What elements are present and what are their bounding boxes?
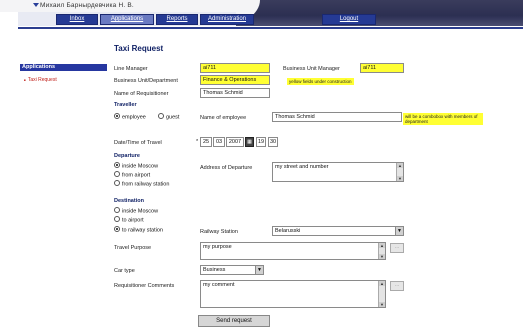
car-type-value: Business bbox=[203, 267, 226, 273]
railway-station-label: Railway Station bbox=[200, 229, 238, 235]
scroll-up-icon[interactable]: ▲ bbox=[379, 243, 385, 248]
bu-dept-label: Business Unit/Department bbox=[114, 78, 178, 84]
comments-textarea[interactable]: my comment ▲ ▼ bbox=[200, 280, 386, 308]
sidebar-item-taxi-request[interactable]: Taxi Request bbox=[24, 77, 57, 83]
scroll-down-icon[interactable]: ▼ bbox=[379, 302, 385, 307]
radio-label: to airport bbox=[122, 217, 144, 224]
scroll-down-icon[interactable]: ▼ bbox=[379, 254, 385, 259]
datetime-label: Date/Time of Travel bbox=[114, 140, 162, 146]
chevron-down-icon[interactable]: ▼ bbox=[395, 227, 403, 235]
radio-dep-inside-moscow[interactable]: inside Moscow bbox=[114, 162, 159, 170]
user-name: Михаил Барнырдевчика Н. В. bbox=[40, 2, 134, 9]
radio-guest-label: guest bbox=[166, 114, 180, 121]
tab-reports[interactable]: Reports bbox=[156, 14, 198, 25]
car-type-label: Car type bbox=[114, 268, 135, 274]
radio-dest-to-airport[interactable]: to airport bbox=[114, 216, 144, 224]
date-month-field[interactable]: 03 bbox=[213, 137, 225, 147]
radio-dot[interactable] bbox=[114, 113, 120, 119]
traveller-heading: Traveller bbox=[114, 102, 137, 108]
departure-heading: Departure bbox=[114, 153, 140, 159]
dep-address-label: Address of Departure bbox=[200, 165, 253, 171]
sidebar-heading[interactable]: Applications bbox=[20, 64, 107, 71]
tab-inbox[interactable]: Inbox bbox=[56, 14, 98, 25]
line-manager-field[interactable]: ai711 bbox=[200, 63, 270, 73]
radio-dot[interactable] bbox=[114, 162, 120, 168]
employee-name-label: Name of employee bbox=[200, 115, 247, 121]
bu-dept-field[interactable]: Finance & Operations bbox=[200, 75, 270, 85]
radio-dot[interactable] bbox=[114, 226, 120, 232]
radio-guest[interactable]: guest bbox=[158, 113, 180, 121]
dep-address-textarea[interactable]: my street and number ▲ ▼ bbox=[272, 162, 404, 182]
radio-label: from railway station bbox=[122, 181, 170, 188]
car-type-select[interactable]: Business ▼ bbox=[200, 265, 264, 275]
scroll-down-icon[interactable]: ▼ bbox=[397, 176, 403, 181]
radio-dot[interactable] bbox=[114, 180, 120, 186]
radio-dot[interactable] bbox=[114, 171, 120, 177]
date-year-field[interactable]: 2007 bbox=[226, 137, 244, 147]
page-title: Taxi Request bbox=[114, 44, 164, 53]
send-request-button[interactable]: Send request bbox=[198, 315, 270, 327]
radio-dot[interactable] bbox=[114, 207, 120, 213]
radio-dep-from-airport[interactable]: from airport bbox=[114, 171, 151, 179]
scrollbar[interactable]: ▲ ▼ bbox=[378, 281, 385, 307]
bu-manager-field[interactable]: ai711 bbox=[360, 63, 404, 73]
radio-dot[interactable] bbox=[158, 113, 164, 119]
radio-label: inside Moscow bbox=[122, 163, 159, 170]
comments-aux-button[interactable]: ··· bbox=[390, 281, 404, 291]
radio-label: from airport bbox=[122, 172, 151, 179]
employee-name-field[interactable]: Thomas Schmid bbox=[272, 112, 402, 122]
calendar-icon[interactable]: ▦ bbox=[245, 137, 254, 147]
radio-label: to railway station bbox=[122, 227, 163, 234]
railway-station-value: Belarusski bbox=[275, 228, 301, 234]
yellow-fields-note: yellow fields under construction bbox=[287, 78, 354, 85]
line-manager-label: Line Manager bbox=[114, 66, 148, 72]
requisitioner-label: Name of Requisitioner bbox=[114, 91, 169, 97]
travel-purpose-text: my purpose bbox=[203, 244, 232, 250]
radio-employee-label: employee bbox=[122, 114, 146, 121]
scrollbar[interactable]: ▲ ▼ bbox=[378, 243, 385, 259]
required-marker: * bbox=[196, 139, 199, 145]
radio-dot[interactable] bbox=[114, 216, 120, 222]
header-divider bbox=[18, 27, 523, 29]
scroll-up-icon[interactable]: ▲ bbox=[379, 281, 385, 286]
employee-combobox-note: will be a combobox with members of depar… bbox=[403, 113, 483, 125]
logout-button[interactable]: Logout bbox=[322, 14, 376, 25]
radio-dest-to-railway[interactable]: to railway station bbox=[114, 226, 163, 234]
dep-address-text: my street and number bbox=[275, 164, 329, 170]
radio-label: inside Moscow bbox=[122, 208, 159, 215]
date-day-field[interactable]: 25 bbox=[200, 137, 212, 147]
tab-applications[interactable]: Applications bbox=[100, 14, 154, 25]
tab-administration[interactable]: Administration bbox=[200, 14, 254, 25]
time-minute-field[interactable]: 30 bbox=[268, 137, 278, 147]
comments-label: Requisitioner Comments bbox=[114, 283, 175, 289]
radio-dest-inside-moscow[interactable]: inside Moscow bbox=[114, 207, 159, 215]
chevron-down-icon[interactable]: ▼ bbox=[255, 266, 263, 274]
radio-employee[interactable]: employee bbox=[114, 113, 146, 121]
destination-heading: Destination bbox=[114, 198, 144, 204]
scroll-up-icon[interactable]: ▲ bbox=[397, 163, 403, 168]
bu-manager-label: Business Unit Manager bbox=[283, 66, 340, 72]
triangle-down-icon bbox=[33, 3, 39, 7]
scrollbar[interactable]: ▲ ▼ bbox=[396, 163, 403, 181]
radio-dep-from-railway[interactable]: from railway station bbox=[114, 180, 170, 188]
comments-text: my comment bbox=[203, 282, 235, 288]
time-hour-field[interactable]: 19 bbox=[256, 137, 266, 147]
requisitioner-field[interactable]: Thomas Schmid bbox=[200, 88, 270, 98]
purpose-aux-button[interactable]: ··· bbox=[390, 243, 404, 253]
travel-purpose-textarea[interactable]: my purpose ▲ ▼ bbox=[200, 242, 386, 260]
railway-station-select[interactable]: Belarusski ▼ bbox=[272, 226, 404, 236]
travel-purpose-label: Travel Purpose bbox=[114, 245, 152, 251]
